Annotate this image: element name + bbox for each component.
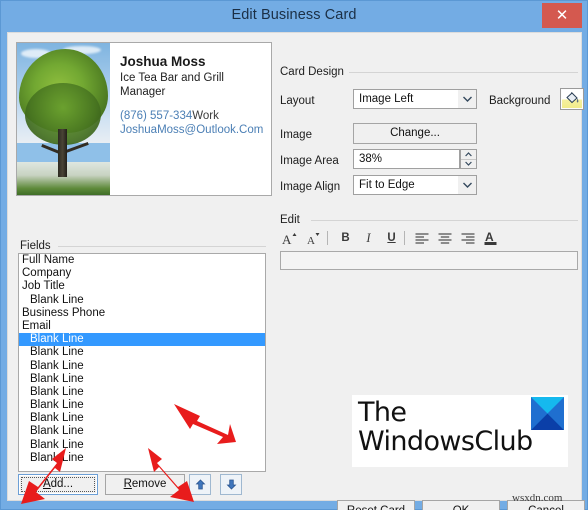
chevron-down-icon[interactable]: [458, 176, 476, 194]
ok-button[interactable]: OK: [422, 500, 500, 510]
source-credit: wsxdn.com: [512, 492, 563, 504]
image-align-combobox[interactable]: Fit to Edge: [353, 175, 477, 195]
image-area-stepper[interactable]: [460, 149, 477, 169]
field-list-item[interactable]: Blank Line: [19, 294, 265, 307]
toolbar-separator: [404, 231, 405, 245]
align-center-icon[interactable]: [435, 229, 454, 247]
field-list-item[interactable]: Full Name: [19, 254, 265, 267]
card-job-title: Manager: [120, 86, 166, 98]
ok-button-label: OK: [453, 505, 470, 510]
field-list-item[interactable]: Blank Line: [19, 373, 265, 386]
edit-group-label: Edit: [280, 214, 305, 226]
field-list-item[interactable]: Job Title: [19, 280, 265, 293]
card-phone-label: Work: [192, 110, 219, 122]
card-text-block: Joshua Moss Ice Tea Bar and Grill Manage…: [110, 43, 271, 195]
field-list-item[interactable]: Blank Line: [19, 360, 265, 373]
thewindowsclub-watermark: The WindowsClub: [352, 395, 568, 467]
edit-divider: [311, 220, 578, 221]
stepper-up-icon[interactable]: [461, 150, 476, 159]
stepper-down-icon[interactable]: [461, 160, 476, 169]
toolbar-separator: [327, 231, 328, 245]
field-list-item[interactable]: Business Phone: [19, 307, 265, 320]
card-phone: (876) 557-334: [120, 110, 193, 122]
cancel-button-label: Cancel: [528, 505, 564, 510]
card-company: Ice Tea Bar and Grill: [120, 72, 224, 84]
image-area-input[interactable]: 38%: [353, 149, 460, 169]
screenshot-root: Edit Business Card ✕ Joshua Moss Ice Tea…: [0, 0, 588, 510]
align-left-icon[interactable]: [412, 229, 431, 247]
fields-divider: [58, 246, 266, 247]
card-full-name: Joshua Moss: [120, 54, 206, 69]
layout-combobox-value: Image Left: [359, 93, 414, 105]
font-color-icon[interactable]: A: [481, 228, 500, 246]
underline-icon[interactable]: U: [382, 229, 401, 247]
arrow-pointing-move-up-button: [174, 404, 236, 444]
card-phone-row: (876) 557-334 Work: [120, 109, 271, 123]
field-list-item[interactable]: Blank Line: [19, 346, 265, 359]
fields-group-label: Fields: [20, 240, 56, 252]
dialog-body: Joshua Moss Ice Tea Bar and Grill Manage…: [7, 32, 585, 510]
bold-icon[interactable]: B: [336, 229, 355, 247]
field-list-item[interactable]: Blank Line: [19, 386, 265, 399]
svg-text:A: A: [282, 232, 292, 246]
image-area-label: Image Area: [280, 155, 339, 167]
field-list-item[interactable]: Email: [19, 320, 265, 333]
reset-card-button-label: Reset Card: [347, 505, 405, 510]
edit-text-input[interactable]: [280, 251, 578, 270]
chevron-down-icon[interactable]: [458, 90, 476, 108]
arrow-pointing-add-button: [21, 448, 66, 504]
field-list-item[interactable]: Company: [19, 267, 265, 280]
card-design-divider: [346, 72, 578, 73]
italic-icon[interactable]: I: [359, 229, 378, 247]
background-color-button[interactable]: [560, 88, 584, 110]
watermark-line-2: WindowsClub: [358, 426, 533, 457]
layout-combobox[interactable]: Image Left: [353, 89, 477, 109]
image-align-combobox-value: Fit to Edge: [359, 179, 415, 191]
windowsclub-logo-square: [531, 397, 564, 430]
background-label: Background: [489, 95, 551, 107]
svg-text:A: A: [485, 230, 494, 244]
image-align-label: Image Align: [280, 181, 341, 193]
image-label: Image: [280, 129, 312, 141]
paint-bucket-icon: [562, 90, 582, 108]
arrow-down-icon: [226, 479, 236, 490]
increase-font-size-icon[interactable]: A: [280, 229, 299, 247]
move-down-button[interactable]: [220, 474, 242, 495]
field-list-item[interactable]: Blank Line: [19, 333, 265, 347]
image-area-value: 38%: [359, 153, 383, 165]
watermark-line-1: The: [358, 397, 407, 428]
arrow-pointing-remove-button: [148, 448, 194, 502]
business-card-preview[interactable]: Joshua Moss Ice Tea Bar and Grill Manage…: [16, 42, 272, 196]
align-right-icon[interactable]: [458, 229, 477, 247]
card-email: JoshuaMoss@Outlook.Com: [120, 124, 264, 136]
reset-card-button[interactable]: Reset Card: [337, 500, 415, 510]
card-design-group-label: Card Design: [280, 66, 349, 78]
close-button[interactable]: ✕: [542, 3, 582, 28]
svg-text:A: A: [307, 235, 315, 246]
title-bar: Edit Business Card ✕: [1, 1, 587, 32]
card-contact-block: (876) 557-334 Work JoshuaMoss@Outlook.Com: [120, 109, 271, 137]
edit-business-card-dialog: Edit Business Card ✕ Joshua Moss Ice Tea…: [0, 0, 588, 510]
change-image-button-label: Change...: [390, 127, 440, 139]
layout-label: Layout: [280, 95, 315, 107]
decrease-font-size-icon[interactable]: A: [304, 229, 323, 247]
card-image-tree-photo: [17, 43, 110, 195]
change-image-button[interactable]: Change...: [353, 123, 477, 144]
dialog-title: Edit Business Card: [231, 7, 357, 23]
